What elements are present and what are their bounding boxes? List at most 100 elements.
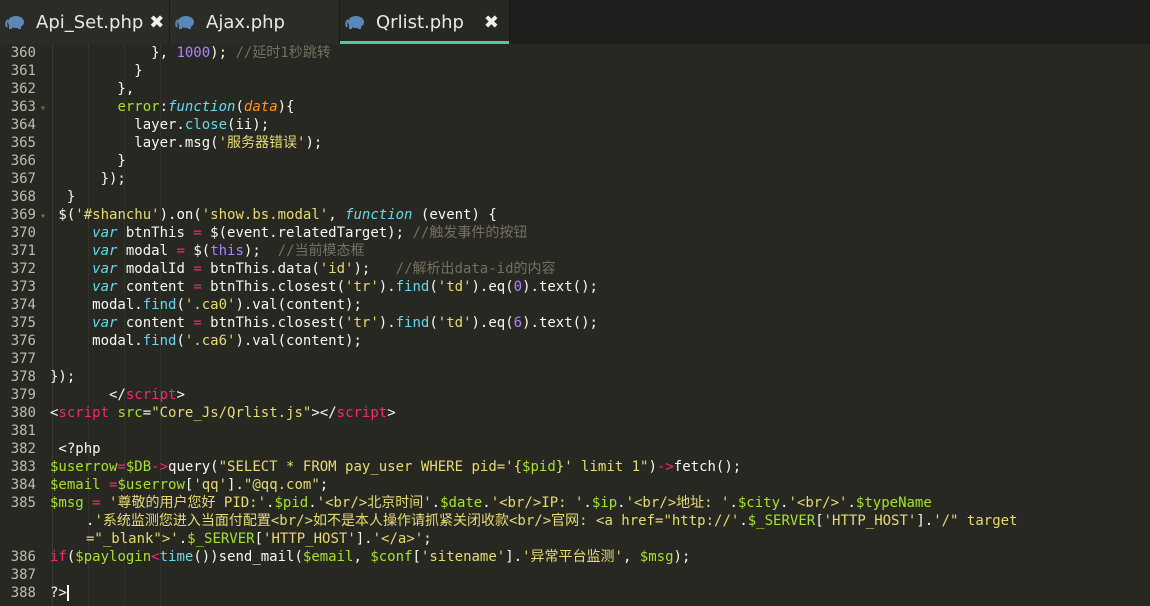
code-line[interactable]: 366 } [0, 152, 1150, 170]
code-token: = [142, 405, 152, 421]
code-line[interactable]: 375 var content = btnThis.closest('tr').… [0, 314, 1150, 332]
code-token: $email [302, 549, 354, 565]
code-token: ( [176, 297, 185, 313]
code-line[interactable]: 370 var btnThis = $(event.relatedTarget)… [0, 224, 1150, 242]
code-line[interactable]: .'系统监测您进入当面付配置<br/>如不是本人操作请抓紧关闭收款<br/>官网… [0, 512, 1150, 530]
code-line[interactable]: 367 }); [0, 170, 1150, 188]
php-elephant-icon [5, 16, 24, 29]
line-number: 380 [10, 405, 36, 421]
tab-ajax-php[interactable]: Ajax.php [170, 0, 340, 44]
tab-label: Qrlist.php [376, 11, 464, 33]
code-token: < [151, 549, 160, 565]
code-token: time [159, 549, 194, 565]
code-token: $date [440, 495, 483, 511]
code-token: . [739, 513, 748, 529]
code-line[interactable]: 361 } [0, 62, 1150, 80]
code-token: //当前模态框 [277, 243, 365, 259]
code-line[interactable]: 362 }, [0, 80, 1150, 98]
code-line[interactable]: 383 $userrow=$DB->query("SELECT * FROM pa… [0, 458, 1150, 476]
code-line[interactable]: 364 layer.close(ii); [0, 116, 1150, 134]
line-number: 370 [10, 225, 36, 241]
tab-api-set-php[interactable]: Api_Set.php ✖ [0, 0, 170, 44]
code-token: //延时1秒跳转 [235, 45, 331, 61]
code-lines: 360 }, 1000); //延时1秒跳转 361 } 362 }, 363 ▾ er… [0, 44, 1150, 602]
code-token: }); [50, 171, 126, 187]
code-token: 'qq' [193, 477, 228, 493]
code-text: }); [50, 369, 75, 385]
code-line[interactable]: 369 ▾ $('#shanchu').on('show.bs.modal', f… [0, 206, 1150, 224]
code-text: var modalId = btnThis.data('id'); //解析出d… [50, 261, 556, 277]
code-token: }); [50, 369, 76, 385]
code-token: ); [353, 261, 396, 277]
tab-bar: Api_Set.php ✖ Ajax.php Qrlist.php ✖ [0, 0, 1150, 44]
code-line[interactable]: 365 layer.msg('服务器错误'); [0, 134, 1150, 152]
code-token: . [431, 495, 441, 511]
line-number: 373 [10, 279, 36, 295]
code-token: $ip [591, 495, 618, 511]
code-line[interactable]: 363 ▾ error:function(data){ [0, 98, 1150, 116]
code-token: "@qq.com" [243, 477, 320, 493]
code-line[interactable]: 382 <?php [0, 440, 1150, 458]
code-token: $_SERVER [187, 531, 255, 547]
code-token: $( [50, 207, 76, 223]
code-line[interactable]: 376 modal.find('.ca6').val(content); [0, 332, 1150, 350]
code-line[interactable]: 373 var content = btnThis.closest('tr').… [0, 278, 1150, 296]
close-icon[interactable]: ✖ [149, 12, 164, 33]
code-token: }, [50, 45, 177, 61]
code-token: //解析出data-id的内容 [395, 261, 556, 277]
tab-label: Api_Set.php [36, 11, 144, 33]
line-number: 368 [10, 189, 36, 205]
code-line[interactable]: 385 $msg = '尊敬的用户您好 PID:'.$pid.'<br/>北京时间… [0, 494, 1150, 512]
code-text: var content = btnThis.closest('tr').find… [50, 279, 598, 295]
code-token: ( [176, 333, 185, 349]
line-number: 385 [10, 495, 36, 511]
code-line[interactable]: 381 [0, 422, 1150, 440]
code-token: > [176, 387, 185, 403]
code-token: modal. [50, 297, 143, 313]
code-editor[interactable]: 360 }, 1000); //延时1秒跳转 361 } 362 }, 363 ▾ er… [0, 44, 1150, 606]
code-token: //触发事件的按钮 [412, 225, 528, 241]
code-token: var [92, 279, 118, 295]
code-line[interactable]: 374 modal.find('.ca0').val(content); [0, 296, 1150, 314]
code-token: ())send_mail( [193, 549, 303, 565]
code-text: </script> [50, 387, 185, 403]
code-line[interactable]: 387 [0, 566, 1150, 584]
code-token: [ [412, 549, 421, 565]
code-token: '.ca6' [184, 333, 236, 349]
code-token: ).val(content); [235, 333, 362, 349]
line-number: 376 [10, 333, 36, 349]
code-token: '异常平台监测' [522, 549, 623, 565]
code-text: .'系统监测您进入当面付配置<br/>如不是本人操作请抓紧关闭收款<br/>官网… [50, 513, 1018, 529]
tab-qrlist-php[interactable]: Qrlist.php ✖ [340, 0, 510, 44]
code-token: $msg [50, 495, 84, 511]
line-number: 364 [10, 117, 36, 133]
code-token: function [345, 207, 413, 223]
code-line[interactable]: 372 var modalId = btnThis.data('id'); //… [0, 260, 1150, 278]
code-token: . [617, 495, 626, 511]
code-token: ).eq( [471, 279, 514, 295]
code-text: $('#shanchu').on('show.bs.modal', functi… [50, 207, 496, 223]
code-token: var [92, 261, 118, 277]
code-token: } [50, 63, 143, 79]
close-icon[interactable]: ✖ [484, 12, 499, 33]
code-line[interactable]: 380 <script src="Core_Js/Qrlist.js"></scr… [0, 404, 1150, 422]
code-line[interactable]: 371 var modal = $(this); //当前模态框 [0, 242, 1150, 260]
code-line[interactable]: 360 }, 1000); //延时1秒跳转 [0, 44, 1150, 62]
code-line[interactable]: 377 [0, 350, 1150, 368]
code-token: 6 [513, 315, 523, 331]
code-token: $(event.relatedTarget); [201, 225, 413, 241]
code-line[interactable]: 386 if($paylogin<time())send_mail($email,… [0, 548, 1150, 566]
code-line[interactable]: 368 } [0, 188, 1150, 206]
line-number: 372 [10, 261, 36, 277]
code-line[interactable]: 384 $email =$userrow['qq']."@qq.com"; [0, 476, 1150, 494]
code-text: var btnThis = $(event.relatedTarget); //… [50, 225, 527, 241]
code-text: ="_blank">'.$_SERVER['HTTP_HOST'].'</a>'… [50, 531, 432, 547]
code-line[interactable]: 379 </script> [0, 386, 1150, 404]
code-line[interactable]: 388 ?> [0, 584, 1150, 602]
code-text: layer.msg('服务器错误'); [50, 135, 322, 151]
code-token: btnThis.closest( [201, 315, 346, 331]
code-line[interactable]: ="_blank">'.$_SERVER['HTTP_HOST'].'</a>'… [0, 530, 1150, 548]
code-line[interactable]: 378}); [0, 368, 1150, 386]
